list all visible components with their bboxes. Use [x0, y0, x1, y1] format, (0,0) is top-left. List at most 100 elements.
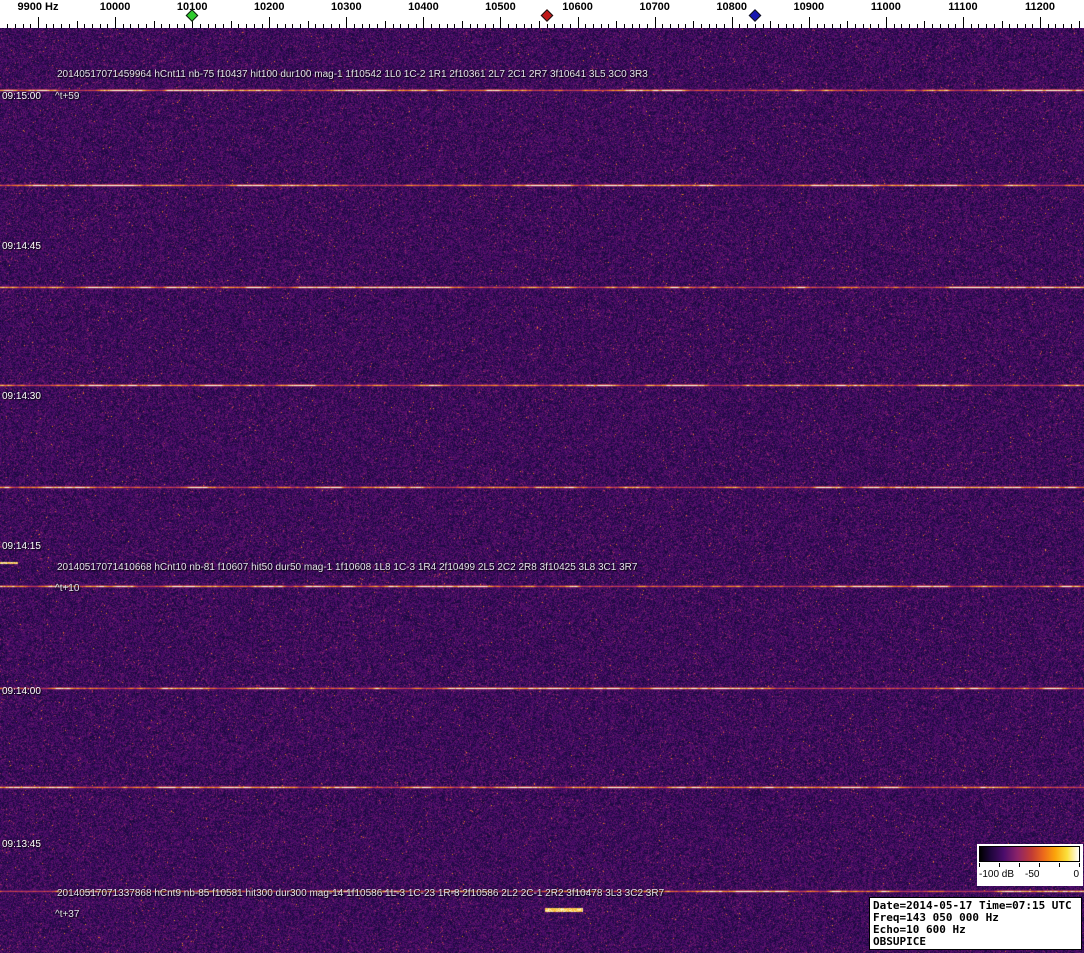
- ruler-tick: [7, 24, 8, 28]
- ruler-tick: [847, 21, 848, 28]
- ruler-tick: [154, 21, 155, 28]
- ruler-tick: [462, 21, 463, 28]
- ruler-tick: [500, 17, 501, 28]
- ruler-tick: [763, 24, 764, 28]
- ruler-tick: [408, 24, 409, 28]
- ruler-tick: [886, 17, 887, 28]
- ruler-tick: [670, 24, 671, 28]
- frequency-ruler: 9900 Hz 10000 10100 10200 10300 10400 10500 106…: [0, 0, 1084, 28]
- ruler-tick: [100, 24, 101, 28]
- ruler-tick: [470, 24, 471, 28]
- ruler-tick: [84, 24, 85, 28]
- ruler-tick: [948, 24, 949, 28]
- ruler-tick: [15, 24, 16, 28]
- ruler-tick: [161, 24, 162, 28]
- ruler-tick: [524, 24, 525, 28]
- ruler-tick: [531, 24, 532, 28]
- ruler-tick: [755, 24, 756, 28]
- ruler-tick: [809, 17, 810, 28]
- ruler-tick: [562, 24, 563, 28]
- freq-label-10800: 10800: [716, 1, 748, 13]
- ruler-tick: [647, 24, 648, 28]
- ruler-tick: [709, 24, 710, 28]
- ruler-tick: [732, 17, 733, 28]
- ruler-tick: [747, 24, 748, 28]
- ruler-tick: [793, 24, 794, 28]
- ruler-tick: [323, 24, 324, 28]
- ruler-tick: [940, 24, 941, 28]
- ruler-tick: [616, 21, 617, 28]
- ruler-tick: [61, 24, 62, 28]
- ruler-tick: [285, 24, 286, 28]
- info-station-line: OBSUPICE: [873, 935, 926, 948]
- ruler-tick: [917, 24, 918, 28]
- colorbar-ticks: [979, 863, 1080, 867]
- freq-label-10200: 10200: [253, 1, 285, 13]
- ruler-tick: [354, 24, 355, 28]
- ruler-tick: [971, 24, 972, 28]
- ruler-tick: [431, 24, 432, 28]
- ruler-tick: [115, 17, 116, 28]
- ruler-tick: [138, 24, 139, 28]
- ruler-tick: [955, 24, 956, 28]
- freq-label-11200: 11200: [1025, 1, 1056, 13]
- freq-label-11000: 11000: [870, 1, 901, 13]
- ruler-tick: [223, 24, 224, 28]
- ruler-tick: [215, 24, 216, 28]
- ruler-tick: [624, 24, 625, 28]
- freq-label-11100: 11100: [948, 1, 978, 13]
- ruler-tick: [254, 24, 255, 28]
- ruler-tick: [308, 21, 309, 28]
- ruler-tick: [716, 24, 717, 28]
- ruler-tick: [146, 24, 147, 28]
- ruler-tick: [400, 24, 401, 28]
- ruler-tick: [46, 24, 47, 28]
- info-box: Date=2014-05-17 Time=07:15 UTC Freq=143 …: [869, 897, 1082, 950]
- colorbar-labels: -100 dB -50 0: [977, 869, 1083, 883]
- freq-label-10600: 10600: [562, 1, 593, 13]
- ruler-tick: [554, 24, 555, 28]
- ruler-tick: [693, 21, 694, 28]
- ruler-tick: [423, 17, 424, 28]
- ruler-tick: [1002, 21, 1003, 28]
- ruler-tick: [739, 24, 740, 28]
- ruler-tick: [932, 24, 933, 28]
- ruler-tick: [817, 24, 818, 28]
- ruler-tick: [130, 24, 131, 28]
- ruler-tick: [1071, 24, 1072, 28]
- ruler-tick: [184, 24, 185, 28]
- ruler-tick: [986, 24, 987, 28]
- ruler-tick: [315, 24, 316, 28]
- ruler-tick: [639, 24, 640, 28]
- freq-label-10400: 10400: [408, 1, 439, 13]
- ruler-tick: [369, 24, 370, 28]
- ruler-tick: [493, 24, 494, 28]
- ruler-tick: [447, 24, 448, 28]
- ruler-tick: [855, 24, 856, 28]
- freq-label-9900: 9900 Hz: [17, 1, 59, 13]
- spectrogram-canvas: [0, 28, 1084, 953]
- ruler-tick: [1025, 24, 1026, 28]
- ruler-tick: [1032, 24, 1033, 28]
- ruler-tick: [632, 24, 633, 28]
- ruler-tick: [277, 24, 278, 28]
- ruler-tick: [678, 24, 679, 28]
- ruler-tick: [1017, 24, 1018, 28]
- freq-label-10700: 10700: [639, 1, 670, 13]
- colorbar-gradient: [979, 846, 1080, 862]
- ruler-tick: [539, 21, 540, 28]
- ruler-tick: [77, 21, 78, 28]
- ruler-tick: [724, 24, 725, 28]
- ruler-tick: [878, 24, 879, 28]
- ruler-tick: [770, 21, 771, 28]
- marker-blue-diamond[interactable]: [748, 9, 762, 22]
- ruler-tick: [593, 24, 594, 28]
- marker-red-diamond[interactable]: [540, 9, 554, 22]
- ruler-tick: [30, 24, 31, 28]
- ruler-tick: [824, 24, 825, 28]
- ruler-tick: [655, 17, 656, 28]
- ruler-tick: [346, 17, 347, 28]
- ruler-tick: [385, 21, 386, 28]
- ruler-tick: [662, 24, 663, 28]
- ruler-tick: [231, 21, 232, 28]
